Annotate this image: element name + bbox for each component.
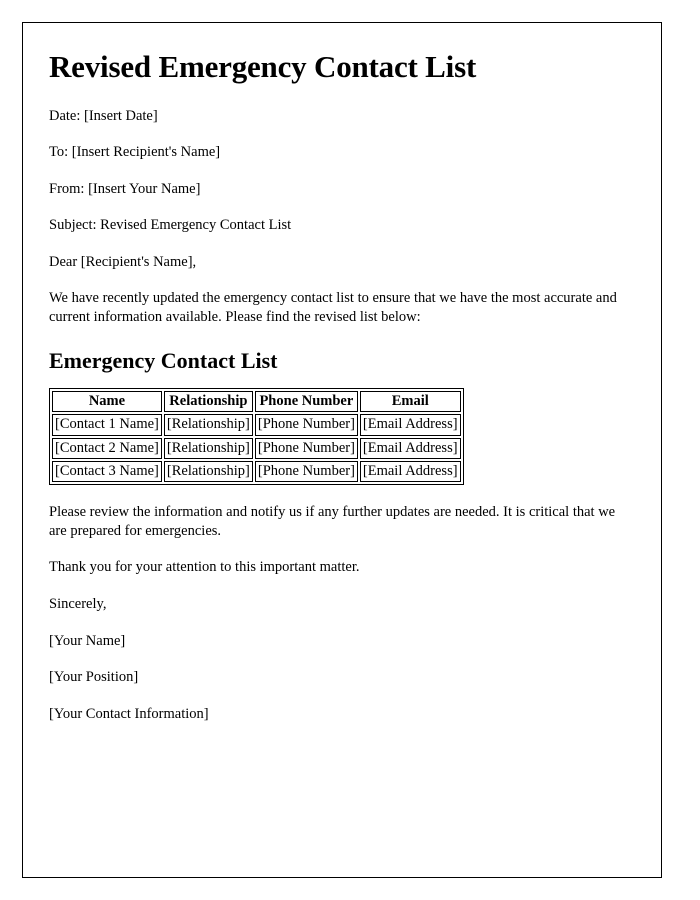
signature-your-position: [Your Position] [49, 669, 139, 686]
table-body: [Contact 1 Name] [Relationship] [Phone N… [52, 414, 461, 483]
cell-phone-number: [Phone Number] [254, 414, 358, 436]
meta-date: Date: [Insert Date] [49, 107, 158, 124]
emergency-contact-table: Name Relationship Phone Number Email [Co… [49, 387, 464, 486]
cell-email: [Email Address] [359, 414, 461, 436]
cell-relationship: [Relationship] [163, 460, 253, 483]
cell-email: [Email Address] [359, 437, 461, 459]
table-row: [Contact 2 Name] [Relationship] [Phone N… [52, 437, 461, 459]
intro-paragraph: We have recently updated the emergency c… [49, 290, 617, 325]
cell-email: [Email Address] [359, 460, 461, 483]
table-header: Name Relationship Phone Number Email [52, 390, 461, 413]
cell-phone-number: [Phone Number] [254, 460, 358, 483]
document-page: Revised Emergency Contact List Date: [In… [22, 22, 662, 878]
signature-your-contact-information: [Your Contact Information] [49, 705, 209, 722]
salutation: Dear [Recipient's Name], [49, 253, 197, 270]
table-row: [Contact 3 Name] [Relationship] [Phone N… [52, 460, 461, 483]
table-row: [Contact 1 Name] [Relationship] [Phone N… [52, 414, 461, 436]
closing-paragraph: Please review the information and notify… [49, 504, 616, 539]
cell-phone-number: [Phone Number] [254, 437, 358, 459]
document-body: Revised Emergency Contact List Date: [In… [23, 23, 661, 723]
signoff: Sincerely, [49, 595, 107, 612]
meta-from: From: [Insert Your Name] [49, 180, 201, 197]
table-header-row: Name Relationship Phone Number Email [52, 390, 461, 413]
cell-relationship: [Relationship] [163, 414, 253, 436]
column-header-relationship: Relationship [163, 390, 253, 413]
column-header-name: Name [52, 390, 162, 413]
cell-relationship: [Relationship] [163, 437, 253, 459]
meta-subject: Subject: Revised Emergency Contact List [49, 217, 292, 234]
page-title: Revised Emergency Contact List [49, 49, 477, 84]
cell-name: [Contact 3 Name] [52, 460, 162, 483]
cell-name: [Contact 1 Name] [52, 414, 162, 436]
meta-to: To: [Insert Recipient's Name] [49, 144, 221, 161]
column-header-email: Email [359, 390, 461, 413]
signature-your-name: [Your Name] [49, 632, 126, 649]
column-header-phone-number: Phone Number [254, 390, 358, 413]
section-heading-emergency-contact-list: Emergency Contact List [49, 348, 278, 374]
cell-name: [Contact 2 Name] [52, 437, 162, 459]
thanks-paragraph: Thank you for your attention to this imp… [49, 559, 360, 576]
